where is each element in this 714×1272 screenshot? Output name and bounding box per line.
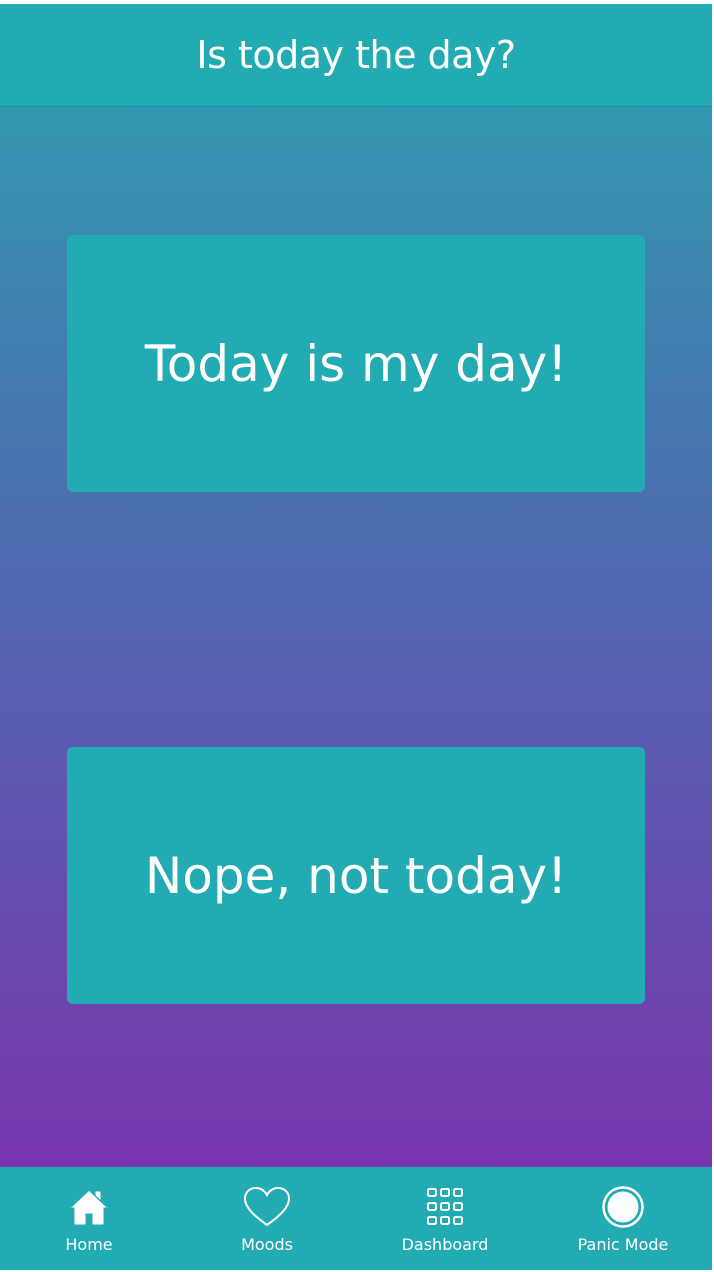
not-today-label: Nope, not today! <box>144 846 568 905</box>
home-icon <box>65 1185 113 1229</box>
grid-icon <box>421 1185 469 1229</box>
heart-icon <box>243 1185 291 1229</box>
tab-dashboard[interactable]: Dashboard <box>356 1167 534 1270</box>
header-bar: Is today the day? <box>0 4 712 107</box>
tab-home[interactable]: Home <box>0 1167 178 1270</box>
tab-panic-mode-label: Panic Mode <box>577 1235 669 1254</box>
tab-panic-mode[interactable]: Panic Mode <box>534 1167 712 1270</box>
tab-home-label: Home <box>65 1235 113 1254</box>
tab-moods[interactable]: Moods <box>178 1167 356 1270</box>
record-icon <box>599 1185 647 1229</box>
today-is-my-day-button[interactable]: Today is my day! <box>67 235 645 492</box>
today-is-my-day-label: Today is my day! <box>144 334 568 393</box>
app-screen: Is today the day? Today is my day! Nope,… <box>0 4 712 1270</box>
tab-moods-label: Moods <box>241 1235 293 1254</box>
bottom-tab-bar: Home Moods Dashboard Panic Mode <box>0 1167 712 1270</box>
tab-dashboard-label: Dashboard <box>401 1235 489 1254</box>
not-today-button[interactable]: Nope, not today! <box>67 747 645 1004</box>
page-title: Is today the day? <box>196 33 516 77</box>
